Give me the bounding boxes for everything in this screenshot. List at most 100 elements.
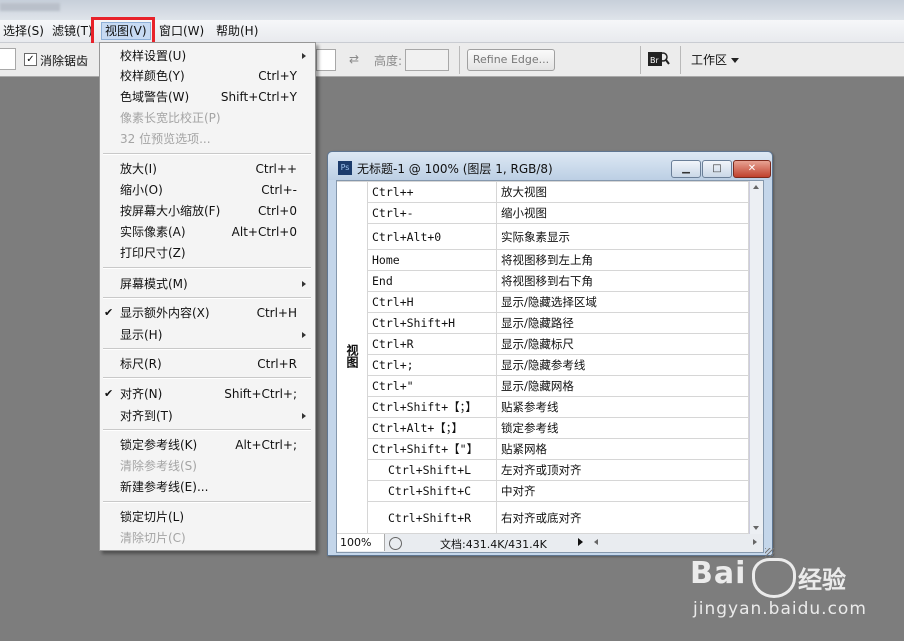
minimize-icon: ▁: [682, 163, 690, 174]
menu-select[interactable]: 选择(S): [0, 23, 47, 39]
separator: [680, 46, 681, 74]
close-icon: ✕: [747, 163, 757, 174]
scroll-left-icon[interactable]: [594, 539, 598, 545]
menu-item-lock-slices[interactable]: 锁定切片(L): [100, 507, 315, 527]
antialias-checkbox[interactable]: ✓: [24, 53, 37, 66]
menu-item-label: 对齐(N): [120, 387, 163, 401]
check-icon: ✔: [104, 306, 114, 319]
ps-doc-icon: Ps: [338, 161, 352, 175]
menu-item-zoom-in[interactable]: 放大(I) Ctrl++: [100, 159, 315, 179]
table-cell-desc: 左对齐或顶对齐: [496, 459, 749, 481]
table-cell-desc: 锁定参考线: [496, 417, 749, 439]
menu-filter[interactable]: 滤镜(T): [49, 23, 96, 39]
menu-item-zoom-out[interactable]: 缩小(O) Ctrl+-: [100, 180, 315, 200]
menu-item-32bit-preview[interactable]: 32 位预览选项...: [100, 129, 315, 149]
scroll-up-icon[interactable]: [753, 185, 759, 189]
bridge-icon[interactable]: Br: [648, 50, 670, 68]
menu-item-fit-screen[interactable]: 按屏幕大小缩放(F) Ctrl+0: [100, 201, 315, 221]
menu-separator: [103, 153, 311, 155]
height-label: 高度:: [374, 54, 403, 68]
menu-item-rulers[interactable]: 标尺(R) Ctrl+R: [100, 354, 315, 374]
menu-item-shortcut: Ctrl+0: [257, 204, 297, 218]
paw-icon: [752, 558, 796, 598]
maximize-icon: □: [712, 163, 722, 174]
table-cell-key: Ctrl+-: [367, 202, 497, 224]
menu-item-label: 锁定参考线(K): [120, 438, 198, 452]
menu-item-label: 屏幕模式(M): [120, 277, 188, 291]
table-cell-key: Ctrl+Shift+【；】: [367, 396, 497, 418]
menu-item-actual-pixels[interactable]: 实际像素(A) Alt+Ctrl+0: [100, 222, 315, 242]
menu-item-label: 色域警告(W): [120, 90, 190, 104]
menu-item-snap[interactable]: ✔ 对齐(N) Shift+Ctrl+;: [100, 384, 315, 404]
menu-item-screen-mode[interactable]: 屏幕模式(M): [100, 274, 315, 294]
menu-item-shortcut: Ctrl+H: [256, 306, 297, 320]
table-cell-key: Ctrl+Shift+R: [367, 501, 497, 534]
workspace-label: 工作区: [691, 53, 728, 67]
menu-item-label: 显示(H): [120, 328, 163, 342]
menu-item-pixel-aspect[interactable]: 像素长宽比校正(P): [100, 108, 315, 128]
menu-item-proof-setup[interactable]: 校样设置(U): [100, 46, 315, 66]
menu-item-label: 实际像素(A): [120, 225, 186, 239]
scroll-right-icon[interactable]: [753, 539, 757, 545]
menu-item-lock-guides[interactable]: 锁定参考线(K) Alt+Ctrl+;: [100, 435, 315, 455]
close-button[interactable]: ✕: [733, 160, 771, 178]
menu-item-label: 按屏幕大小缩放(F): [120, 204, 221, 218]
menu-item-shortcut: Ctrl+Y: [258, 69, 297, 83]
menu-item-shortcut: Ctrl+-: [261, 183, 297, 197]
table-cell-key: Ctrl+": [367, 375, 497, 397]
watermark-logo: Bai: [690, 556, 747, 591]
menu-item-gamut-warning[interactable]: 色域警告(W) Shift+Ctrl+Y: [100, 87, 315, 107]
menu-item-print-size[interactable]: 打印尺寸(Z): [100, 243, 315, 263]
table-cell-desc: 将视图移到右下角: [496, 270, 749, 292]
table-cell-desc: 将视图移到左上角: [496, 249, 749, 271]
menu-item-clear-slices[interactable]: 清除切片(C): [100, 528, 315, 548]
menu-item-shortcut: Alt+Ctrl+0: [231, 225, 297, 239]
workspace-button[interactable]: 工作区: [691, 51, 740, 68]
table-cell-key: Ctrl+Shift+【"】: [367, 438, 497, 460]
scroll-down-icon[interactable]: [753, 526, 759, 530]
vertical-scrollbar[interactable]: [749, 181, 763, 534]
table-cell-desc: 显示/隐藏选择区域: [496, 291, 749, 313]
document-titlebar[interactable]: Ps 无标题-1 @ 100% (图层 1, RGB/8) ▁ □ ✕: [328, 152, 772, 180]
submenu-arrow-icon: [302, 413, 306, 419]
minimize-button[interactable]: ▁: [671, 160, 701, 178]
refine-edge-button[interactable]: Refine Edge...: [467, 49, 555, 71]
antialias-label: 消除锯齿: [40, 54, 89, 68]
maximize-button[interactable]: □: [702, 160, 732, 178]
menu-separator: [103, 429, 311, 431]
status-menu-arrow-icon[interactable]: [578, 538, 583, 546]
chevron-down-icon: [731, 58, 740, 63]
status-info-icon[interactable]: [389, 537, 402, 550]
menu-help[interactable]: 帮助(H): [213, 23, 261, 39]
table-cell-desc: 实际象素显示: [496, 223, 749, 250]
swap-icon[interactable]: ⇄: [349, 52, 359, 66]
table-cell-desc: 显示/隐藏标尺: [496, 333, 749, 355]
table-cell-key: Home: [367, 249, 497, 271]
doc-size: 文档:431.4K/431.4K: [440, 538, 547, 551]
watermark-url: jingyan.baidu.com: [693, 599, 867, 619]
menu-item-new-guide[interactable]: 新建参考线(E)...: [100, 477, 315, 497]
zoom-field[interactable]: 100%: [337, 534, 385, 551]
title-blur: [0, 3, 60, 11]
menu-item-snap-to[interactable]: 对齐到(T): [100, 406, 315, 426]
menu-item-label: 打印尺寸(Z): [120, 246, 186, 260]
menu-window[interactable]: 窗口(W): [156, 23, 207, 39]
width-input[interactable]: [316, 49, 336, 71]
document-canvas[interactable]: 视图 Ctrl++ 放大视图 Ctrl+- 缩小视图 Ctrl+Alt+0 实际象素…: [336, 180, 764, 535]
menu-item-clear-guides[interactable]: 清除参考线(S): [100, 456, 315, 476]
menu-separator: [103, 501, 311, 503]
menu-item-proof-colors[interactable]: 校样颜色(Y) Ctrl+Y: [100, 66, 315, 86]
menu-item-shortcut: Ctrl++: [255, 162, 297, 176]
feather-input[interactable]: [0, 48, 16, 70]
table-cell-key: Ctrl+;: [367, 354, 497, 376]
table-cell-desc: 缩小视图: [496, 202, 749, 224]
submenu-arrow-icon: [302, 53, 306, 59]
submenu-arrow-icon: [302, 332, 306, 338]
check-icon: ✔: [104, 387, 114, 400]
table-cell-desc: 贴紧网格: [496, 438, 749, 460]
menu-item-label: 放大(I): [120, 162, 157, 176]
menu-item-show[interactable]: 显示(H): [100, 325, 315, 345]
menu-item-shortcut: Alt+Ctrl+;: [235, 438, 297, 452]
menu-item-extras[interactable]: ✔ 显示额外内容(X) Ctrl+H: [100, 303, 315, 323]
height-input[interactable]: [405, 49, 449, 71]
